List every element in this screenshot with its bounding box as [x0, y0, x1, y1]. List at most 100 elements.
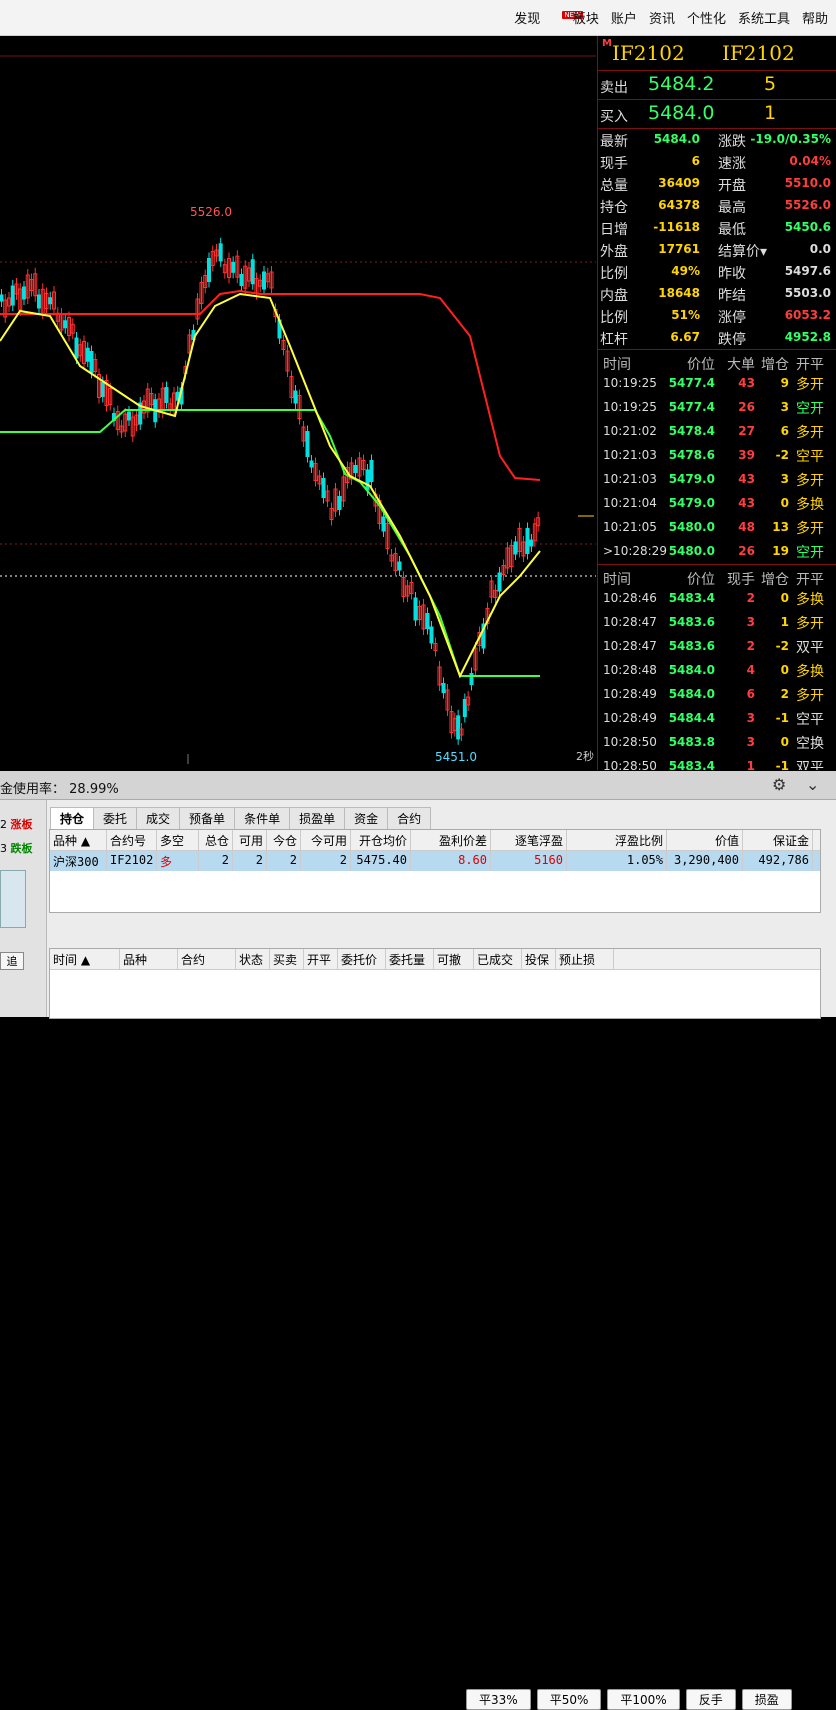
tab-2[interactable]: 成交 — [136, 807, 181, 829]
tick-price: 5483.6 — [668, 615, 715, 629]
side-box[interactable] — [0, 870, 26, 928]
column-header[interactable]: 浮盈比例 — [567, 830, 667, 850]
stat-label: 总量 — [600, 178, 628, 194]
candle-body — [37, 294, 41, 309]
menu-item-0[interactable]: 发现 NEW — [514, 8, 583, 27]
tick-header-cell: 增仓 — [761, 357, 789, 373]
tick-time: 10:21:03 — [603, 472, 657, 486]
action-button-3[interactable]: 反手 — [685, 1689, 736, 1710]
action-button-0[interactable]: 平33% — [466, 1689, 531, 1710]
candle-body — [293, 390, 298, 404]
tick-type: 多换 — [796, 592, 824, 608]
column-header[interactable]: 多空 — [157, 830, 199, 850]
table-cell: 492,786 — [743, 851, 813, 871]
tab-5[interactable]: 损盈单 — [289, 807, 346, 829]
column-header[interactable]: 今可用 — [301, 830, 351, 850]
column-header[interactable]: 总仓 — [199, 830, 233, 850]
tick-header: 时间 价位 大单 增仓 开平 — [598, 350, 836, 373]
column-header[interactable]: 合约号 — [107, 830, 157, 850]
candle-body — [321, 478, 326, 498]
ask-row: 卖出 5484.2 5 — [598, 71, 836, 100]
bid-label: 买入 — [600, 109, 628, 125]
tick-row: >10:28:29 5480.0 26 19 空开 — [598, 540, 836, 564]
tab-7[interactable]: 合约 — [387, 807, 432, 829]
tick-price: 5478.4 — [668, 424, 715, 438]
tick-oi-change: 1 — [780, 615, 789, 629]
column-header[interactable]: 品种 ▲ — [50, 830, 107, 850]
settings-icon[interactable]: ⚙ — [772, 775, 786, 794]
candle-body — [309, 460, 314, 468]
tick-time: 10:21:05 — [603, 520, 657, 534]
stat-label: 开盘 — [718, 178, 746, 194]
tick-oi-change: 9 — [780, 376, 789, 390]
side-up-count: 2 — [0, 818, 7, 831]
column-header[interactable]: 合约 — [178, 949, 236, 969]
tick-volume: 4 — [746, 663, 755, 677]
column-header[interactable]: 预止损 — [556, 949, 614, 969]
tick-price: 5483.4 — [668, 591, 715, 605]
tick-header: 时间 价位 现手 增仓 开平 — [598, 565, 836, 588]
column-header[interactable]: 今仓 — [267, 830, 301, 850]
tab-0[interactable]: 持仓 — [50, 807, 95, 829]
column-header[interactable]: 买卖 — [270, 949, 304, 969]
column-header[interactable]: 已成交 — [474, 949, 522, 969]
tick-volume: 39 — [738, 448, 755, 462]
table-row[interactable]: 沪深300 IF2102 多 2 2 2 2 5475.40 8.60 5160 1.05% 3,29… — [50, 851, 820, 871]
tick-oi-change: 6 — [780, 424, 789, 438]
ask-label: 卖出 — [600, 80, 628, 96]
menu-item-6[interactable]: 帮助 — [802, 8, 828, 27]
tick-time: 10:21:03 — [603, 448, 657, 462]
column-header[interactable]: 开仓均价 — [351, 830, 411, 850]
action-button-2[interactable]: 平100% — [607, 1689, 680, 1710]
side-button[interactable]: 追 — [0, 952, 24, 970]
position-table: 品种 ▲ 合约号 多空 总仓 可用 今仓 今可用 开仓均价 盈利价差 逐笔浮盈 浮盈比例 价值 保证金 … — [49, 829, 821, 913]
column-header[interactable]: 逐笔浮盈 — [491, 830, 567, 850]
funds-usage: 金使用率： 28.99% — [0, 778, 119, 797]
menu-item-5[interactable]: 系统工具 — [738, 8, 790, 27]
column-header[interactable]: 可撤 — [434, 949, 474, 969]
tick-oi-change: 3 — [780, 400, 789, 414]
tab-1[interactable]: 委托 — [93, 807, 138, 829]
column-header[interactable]: 委托量 — [386, 949, 434, 969]
candle-body — [48, 297, 53, 305]
column-header[interactable]: 保证金 — [743, 830, 813, 850]
tab-6[interactable]: 资金 — [344, 807, 389, 829]
column-header[interactable]: 委托价 — [338, 949, 386, 969]
candle-body — [353, 465, 358, 473]
tick-row: 10:28:49 5484.0 6 2 多开 — [598, 683, 836, 707]
tick-header-cell: 时间 — [603, 572, 631, 588]
column-header[interactable]: 状态 — [236, 949, 270, 969]
column-header[interactable]: 投保 — [522, 949, 556, 969]
stat-label: 内盘 — [600, 288, 628, 304]
tick-volume: 43 — [738, 376, 755, 390]
tab-3[interactable]: 预备单 — [179, 807, 236, 829]
column-header[interactable]: 价值 — [667, 830, 743, 850]
high-label: 5526.0 — [190, 205, 232, 219]
column-header[interactable]: 盈利价差 — [411, 830, 491, 850]
action-button-1[interactable]: 平50% — [536, 1689, 602, 1710]
kline-chart[interactable]: 5526.0 5451.0 2秒 — [0, 36, 596, 770]
stat-value: 6053.2 — [784, 308, 831, 322]
candle-body — [462, 699, 467, 717]
candle-body — [164, 387, 169, 403]
candle-body — [207, 258, 211, 282]
column-header[interactable]: 时间 ▲ — [50, 949, 120, 969]
menu-item-2[interactable]: 账户 — [611, 8, 637, 27]
action-button-4[interactable]: 损盈 — [741, 1689, 792, 1710]
column-header[interactable]: 开平 — [304, 949, 338, 969]
stat-row: 最新 5484.0 涨跌 -19.0/0.35% — [598, 129, 836, 151]
menu-item-4[interactable]: 个性化 — [687, 8, 726, 27]
ask-price: 5484.2 — [648, 73, 715, 95]
column-header[interactable]: 可用 — [233, 830, 267, 850]
column-header[interactable]: 品种 — [120, 949, 178, 969]
tick-price: 5479.0 — [668, 472, 715, 486]
tab-4[interactable]: 条件单 — [234, 807, 291, 829]
candle-body — [10, 285, 15, 306]
stat-row: 比例 51% 涨停 6053.2 — [598, 305, 836, 327]
quote-stats: 最新 5484.0 涨跌 -19.0/0.35% 现手 6 速涨 0.04% 总量 36409 开盘… — [598, 129, 836, 350]
menu-item-1[interactable]: 板块 — [573, 8, 599, 27]
menu-item-3[interactable]: 资讯 — [649, 8, 675, 27]
collapse-icon[interactable]: ⌄ — [806, 775, 819, 794]
tick-header-cell: 现手 — [727, 572, 755, 588]
candle-body — [262, 271, 266, 290]
